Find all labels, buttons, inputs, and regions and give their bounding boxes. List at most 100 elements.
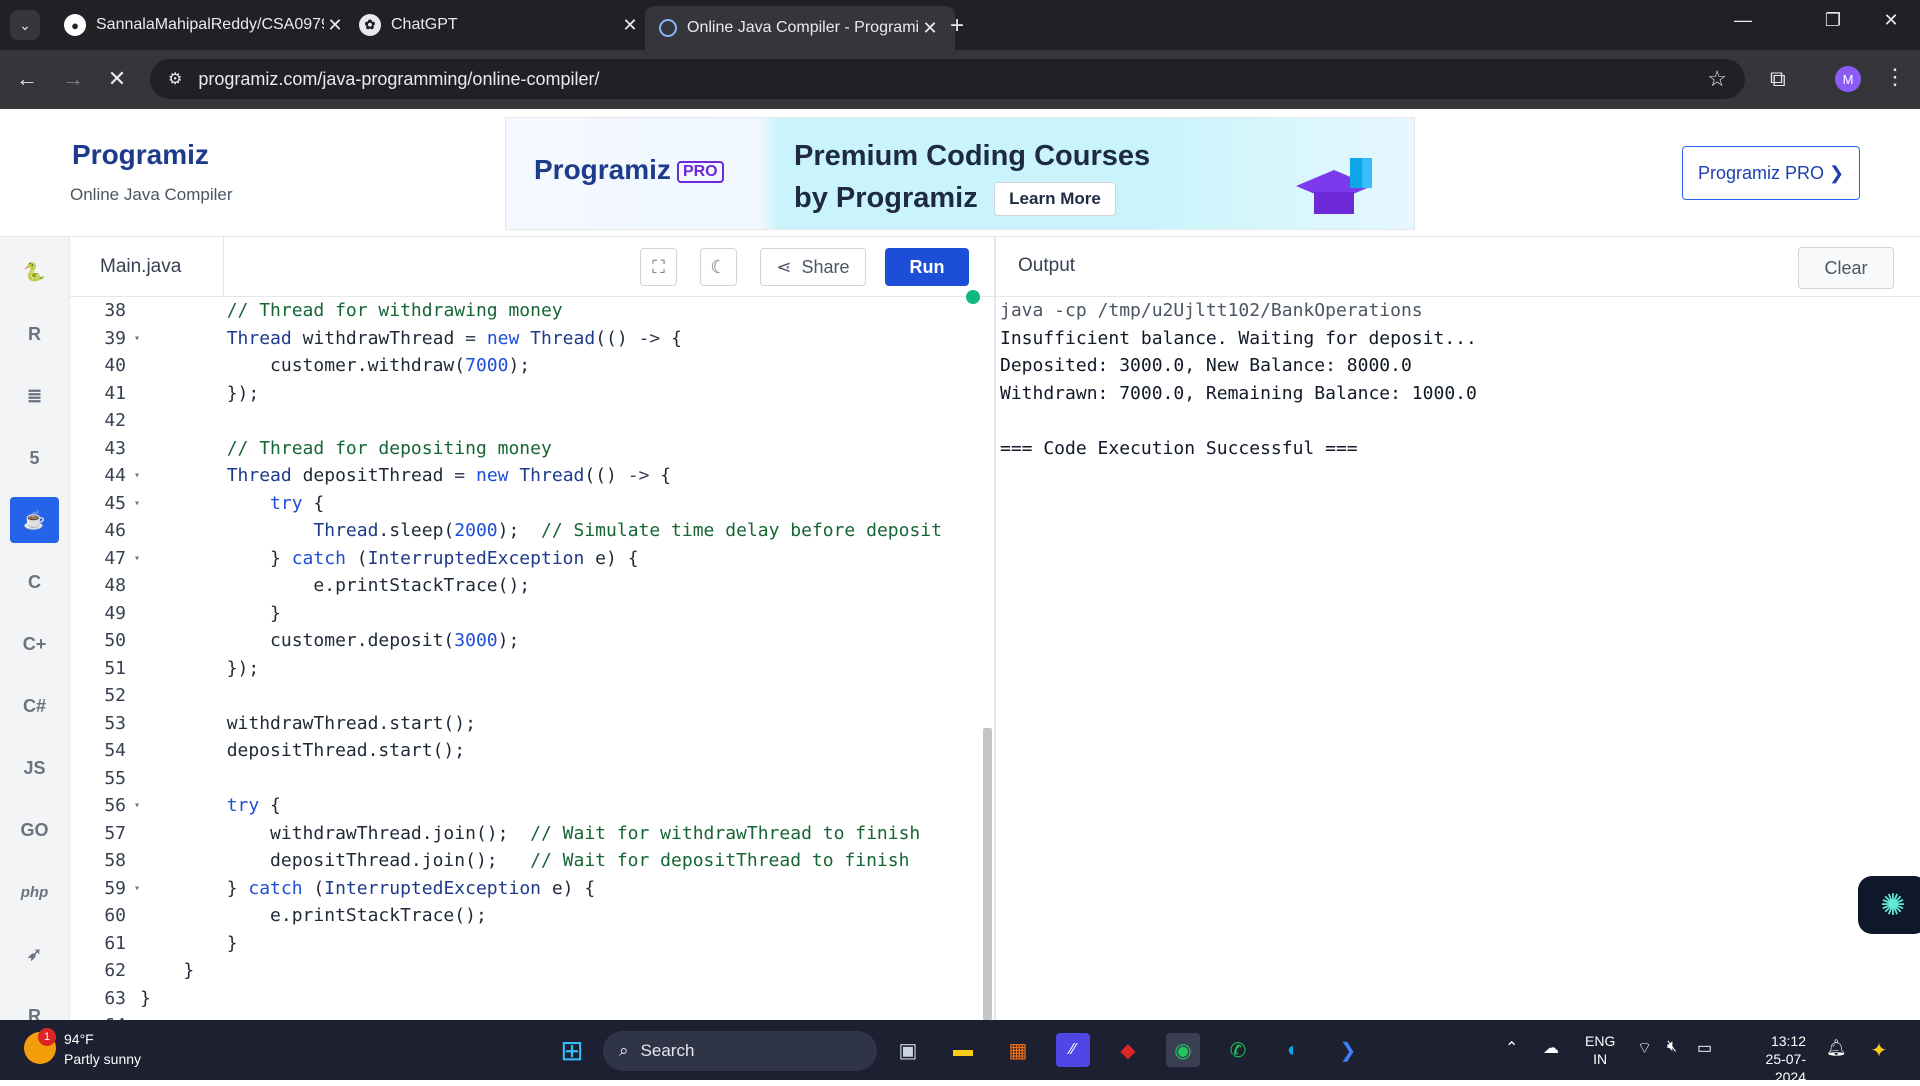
programiz-pro-button[interactable]: Programiz PRO ❯ (1682, 146, 1860, 200)
file-tab[interactable]: Main.java (70, 237, 224, 296)
code-line[interactable]: customer.deposit(3000); (140, 627, 983, 655)
javascript-icon[interactable]: JS (10, 745, 59, 791)
browser-menu-icon[interactable]: ⋮ (1884, 64, 1906, 90)
extensions-icon[interactable]: ⧉ (1770, 66, 1786, 92)
mcafee-icon[interactable]: ◆ (1111, 1033, 1145, 1067)
code-line[interactable]: withdrawThread.join(); // Wait for withd… (140, 820, 983, 848)
code-line[interactable]: Thread depositThread = new Thread(() -> … (140, 462, 983, 490)
share-button[interactable]: ⋖ Share (760, 248, 866, 286)
code-line[interactable]: Thread.sleep(2000); // Simulate time del… (140, 517, 983, 545)
learn-more-button[interactable]: Learn More (994, 182, 1116, 216)
profile-avatar[interactable]: M (1835, 66, 1861, 92)
code-line[interactable]: Thread withdrawThread = new Thread(() ->… (140, 325, 983, 353)
fullscreen-icon[interactable]: ⛶ (640, 248, 677, 286)
r-icon[interactable]: R (10, 311, 59, 357)
code-line[interactable] (140, 765, 983, 793)
output-console[interactable]: java -cp /tmp/u2Ujltt102/BankOperations I… (996, 297, 1920, 1020)
back-icon[interactable]: ← (12, 66, 42, 92)
cpp-icon[interactable]: C+ (10, 621, 59, 667)
microsoft-store-icon[interactable]: ▦ (1001, 1033, 1035, 1067)
run-button[interactable]: Run (885, 248, 969, 286)
code-line[interactable]: try { (140, 792, 983, 820)
windows-start-icon[interactable]: ⊞ (555, 1033, 589, 1067)
tab-github[interactable]: ● SannalaMahipalReddy/CSA0979 ✕ (50, 6, 360, 44)
code-editor[interactable]: 38 39 ▾ 40 41 42 43 44 ▾ 45 ▾ 46 47 ▾ 48 49 50 51 52 53 54 55… (70, 297, 995, 1020)
code-line[interactable]: withdrawThread.start(); (140, 710, 983, 738)
sql-icon[interactable]: ≣ (10, 373, 59, 419)
code-line[interactable]: } (140, 957, 983, 985)
html-icon[interactable]: 5 (10, 435, 59, 481)
swift-icon[interactable]: ➶ (10, 931, 59, 977)
temperature: 94°F (64, 1031, 94, 1047)
code-line[interactable]: } (140, 930, 983, 958)
tab-programiz[interactable]: Online Java Compiler - Programiz ✕ (645, 6, 955, 50)
onedrive-icon[interactable]: ☁ (1543, 1038, 1559, 1058)
vscode-icon[interactable]: ❯ (1331, 1033, 1365, 1067)
notification-bell-icon[interactable]: 🔔︎ (1826, 1038, 1846, 1058)
c-icon[interactable]: C (10, 559, 59, 605)
clear-button[interactable]: Clear (1798, 247, 1894, 289)
battery-icon[interactable]: ▭ (1697, 1038, 1712, 1058)
code-line[interactable]: depositThread.join(); // Wait for deposi… (140, 847, 983, 875)
csharp-icon[interactable]: C# (10, 683, 59, 729)
close-icon[interactable]: ✕ (619, 15, 641, 36)
minimize-icon[interactable]: — (1728, 10, 1758, 31)
language-indicator[interactable]: ENG IN (1585, 1032, 1615, 1068)
code-lines[interactable]: // Thread for withdrawing money Thread w… (140, 297, 983, 1020)
close-icon[interactable]: ✕ (324, 15, 346, 36)
code-line[interactable]: depositThread.start(); (140, 737, 983, 765)
new-tab-button[interactable]: + (950, 12, 964, 40)
code-line[interactable]: e.printStackTrace(); (140, 902, 983, 930)
wifi-icon[interactable]: ⌔ (1637, 1038, 1652, 1058)
editor-vertical-scrollbar[interactable] (983, 728, 992, 1020)
code-line[interactable]: customer.withdraw(7000); (140, 352, 983, 380)
code-line[interactable]: // Thread for withdrawing money (140, 297, 983, 325)
code-line[interactable]: e.printStackTrace(); (140, 572, 983, 600)
line-number: 38 (104, 300, 126, 321)
close-icon[interactable]: ✕ (919, 18, 941, 39)
window-close-icon[interactable]: ✕ (1876, 10, 1906, 31)
code-line[interactable]: } (140, 600, 983, 628)
code-line[interactable] (140, 682, 983, 710)
page-subtitle: Online Java Compiler (70, 185, 233, 204)
dark-mode-icon[interactable]: ☾ (700, 248, 737, 286)
taskbar-search[interactable]: ⌕ Search (603, 1031, 877, 1071)
code-line[interactable] (140, 1012, 983, 1020)
clock[interactable]: 13:12 25-07-2024 (1736, 1032, 1806, 1086)
code-line[interactable]: try { (140, 490, 983, 518)
restore-icon[interactable]: ❐ (1818, 10, 1848, 31)
programiz-logo[interactable]: Programiz (72, 139, 209, 171)
code-line[interactable] (140, 407, 983, 435)
rust-icon[interactable]: R (10, 993, 59, 1021)
task-view-icon[interactable]: ▣ (891, 1033, 925, 1067)
code-line[interactable]: }); (140, 655, 983, 683)
show-hidden-icons[interactable]: ⌃ (1505, 1038, 1518, 1058)
code-line[interactable]: }); (140, 380, 983, 408)
line-number: 64 (70, 1012, 140, 1020)
go-icon[interactable]: GO (10, 807, 59, 853)
site-info-icon[interactable]: ⚙ (168, 69, 182, 89)
tab-search-button[interactable]: ⌄ (10, 10, 40, 40)
tab-chatgpt[interactable]: ✿ ChatGPT ✕ (345, 6, 655, 44)
loading-icon (659, 19, 677, 37)
code-line[interactable]: // Thread for depositing money (140, 435, 983, 463)
file-explorer-icon[interactable]: ▬ (946, 1033, 980, 1067)
whatsapp-icon[interactable]: ✆ (1221, 1033, 1255, 1067)
copilot-icon[interactable]: ✦ (1862, 1033, 1896, 1067)
bookmark-star-icon[interactable]: ☆ (1707, 66, 1727, 92)
url-bar[interactable]: ⚙ programiz.com/java-programming/online-… (150, 59, 1745, 99)
python-icon[interactable]: 🐍 (10, 249, 59, 295)
stop-loading-icon[interactable]: ✕ (102, 66, 132, 92)
app-icon[interactable]: ⁄⁄ (1056, 1033, 1090, 1067)
code-line[interactable]: } (140, 985, 983, 1013)
ai-assistant-icon[interactable]: ✺ (1858, 876, 1920, 934)
chrome-icon[interactable]: ◉ (1166, 1033, 1200, 1067)
php-icon[interactable]: php (10, 869, 59, 915)
edge-icon[interactable]: ◐ (1276, 1033, 1310, 1067)
java-icon[interactable]: ☕ (10, 497, 59, 543)
volume-muted-icon[interactable]: 🔇︎ (1667, 1038, 1677, 1056)
code-line[interactable]: } catch (InterruptedException e) { (140, 545, 983, 573)
ad-banner[interactable]: Programiz PRO Premium Coding Courses by P… (505, 117, 1415, 230)
code-line[interactable]: } catch (InterruptedException e) { (140, 875, 983, 903)
forward-icon[interactable]: → (58, 66, 88, 92)
